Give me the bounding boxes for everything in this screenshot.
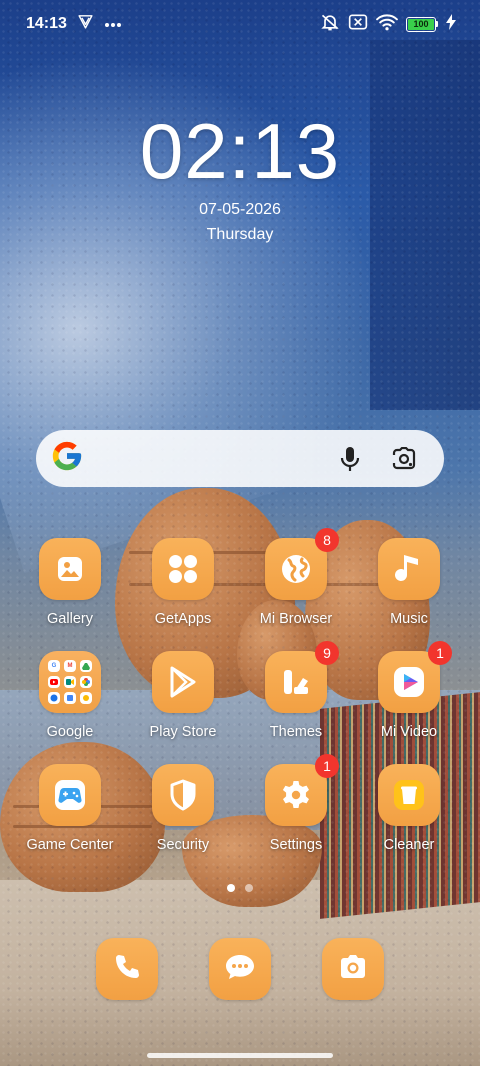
app-gallery[interactable]: Gallery: [20, 538, 120, 627]
more-dots-icon: [104, 15, 122, 33]
clock-widget-time[interactable]: 02:13: [0, 112, 480, 190]
app-cleaner[interactable]: Cleaner: [359, 764, 459, 853]
app-play-store[interactable]: Play Store: [133, 651, 233, 740]
status-time: 14:13: [26, 15, 67, 32]
music-note-icon: [378, 538, 440, 600]
dock-messaging[interactable]: [209, 938, 271, 1000]
battery-icon: 100: [406, 16, 438, 32]
folder-icon: G M: [39, 651, 101, 713]
folder-mini-gmail: M: [64, 660, 76, 672]
app-label: GetApps: [154, 611, 212, 627]
app-getapps[interactable]: GetApps: [133, 538, 233, 627]
app-label: Themes: [269, 724, 323, 740]
wifi-icon: [376, 13, 398, 36]
shield-icon: [152, 764, 214, 826]
play-store-icon: [152, 651, 214, 713]
app-settings[interactable]: 1 Settings: [246, 754, 346, 853]
four-dots-icon: [152, 538, 214, 600]
battery-level: 100: [408, 18, 434, 30]
notification-badge: 1: [428, 641, 452, 665]
app-label: Music: [390, 611, 428, 627]
page-indicator: [0, 884, 480, 892]
app-security[interactable]: Security: [133, 764, 233, 853]
google-search-bar[interactable]: [36, 430, 444, 487]
clock-widget-date: 07-05-2026: [199, 201, 281, 218]
folder-mini-files: [64, 692, 76, 704]
globe-icon: 8: [265, 528, 339, 600]
gamepad-icon: [39, 764, 101, 826]
app-label: Google: [46, 724, 94, 740]
folder-mini-assistant: [80, 692, 92, 704]
camera-icon: [337, 953, 369, 986]
brush-icon: 9: [265, 641, 339, 713]
google-lens-icon[interactable]: [384, 439, 424, 479]
app-music[interactable]: Music: [359, 538, 459, 627]
charging-icon: [446, 13, 456, 35]
folder-mini-google: G: [48, 660, 60, 672]
gear-icon: 1: [265, 754, 339, 826]
app-label: Security: [156, 837, 210, 853]
page-dot-1[interactable]: [227, 884, 235, 892]
silent-bell-icon: [320, 12, 340, 37]
google-g-icon: [50, 439, 84, 478]
app-label: Mi Video: [380, 724, 438, 740]
phone-icon: [112, 952, 142, 987]
chat-icon: [224, 952, 256, 987]
play-icon: 1: [378, 641, 452, 713]
folder-mini-youtube: [48, 676, 60, 688]
dock-camera[interactable]: [322, 938, 384, 1000]
status-bar: 14:13 100: [0, 0, 480, 48]
vpn-icon: [77, 13, 94, 35]
clock-widget-weekday: Thursday: [206, 226, 274, 243]
folder-mini-photos: [80, 676, 92, 688]
folder-mini-drive: [80, 660, 92, 672]
app-label: Mi Browser: [259, 611, 333, 627]
app-label: Settings: [269, 837, 323, 853]
trash-icon: [378, 764, 440, 826]
app-label: Game Center: [26, 837, 114, 853]
app-label: Cleaner: [383, 837, 435, 853]
image-icon: [39, 538, 101, 600]
app-label: Gallery: [47, 611, 93, 627]
app-mi-video[interactable]: 1 Mi Video: [359, 641, 459, 740]
microphone-icon[interactable]: [330, 439, 370, 479]
app-themes[interactable]: 9 Themes: [246, 641, 346, 740]
app-mi-browser[interactable]: 8 Mi Browser: [246, 528, 346, 627]
app-game-center[interactable]: Game Center: [20, 764, 120, 853]
no-sim-icon: [348, 13, 368, 36]
folder-mini-meet: [64, 676, 76, 688]
app-google-folder[interactable]: G M Google: [20, 651, 120, 740]
home-gesture-bar[interactable]: [147, 1053, 333, 1058]
notification-badge: 1: [315, 754, 339, 778]
notification-badge: 8: [315, 528, 339, 552]
dock-phone[interactable]: [96, 938, 158, 1000]
folder-mini-duo: [48, 692, 60, 704]
notification-badge: 9: [315, 641, 339, 665]
page-dot-2[interactable]: [245, 884, 253, 892]
app-label: Play Store: [149, 724, 217, 740]
